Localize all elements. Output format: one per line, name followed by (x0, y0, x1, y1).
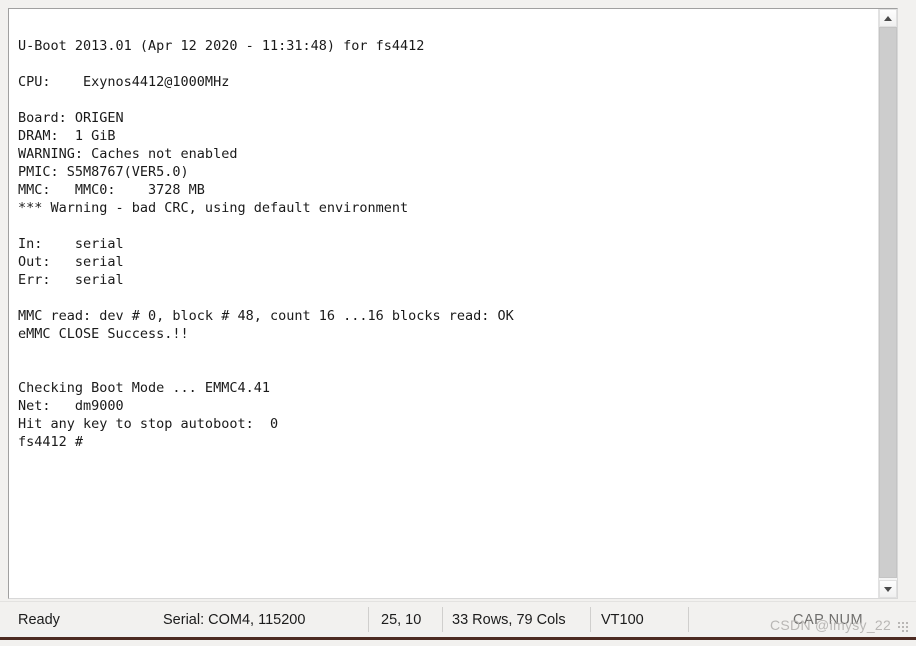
terminal-line: Checking Boot Mode ... EMMC4.41 (18, 380, 270, 396)
terminal-line: PMIC: S5M8767(VER5.0) (18, 164, 189, 180)
terminal-line: WARNING: Caches not enabled (18, 146, 238, 162)
terminal-line: *** Warning - bad CRC, using default env… (18, 200, 409, 216)
status-cursor-coords: 25, 10 (381, 611, 422, 628)
terminal-line: CPU: Exynos4412@1000MHz (18, 74, 230, 90)
terminal-line: Out: serial (18, 254, 124, 270)
terminal-line: eMMC CLOSE Success.!! (18, 326, 189, 342)
status-terminal-type[interactable]: VT100 (601, 602, 644, 637)
terminal-line: Board: ORIGEN (18, 110, 124, 126)
terminal-output: U-Boot 2013.01 (Apr 12 2020 - 11:31:48) … (18, 37, 873, 451)
status-caps-num: CAP NUM (793, 611, 864, 628)
chevron-down-icon (884, 586, 892, 592)
terminal-line: fs4412 # (18, 434, 84, 450)
status-ready: Ready (18, 611, 60, 628)
terminal-line: MMC: MMC0: 3728 MB (18, 182, 205, 198)
terminal-line: Err: serial (18, 272, 124, 288)
terminal-line: In: serial (18, 236, 124, 252)
window-bottom-rule (0, 637, 916, 640)
terminal-line: Net: dm9000 (18, 398, 124, 414)
scrollbar-up-button[interactable] (879, 9, 897, 27)
status-separator (688, 607, 689, 632)
status-dimensions: 33 Rows, 79 Cols (452, 611, 566, 628)
terminal-frame: U-Boot 2013.01 (Apr 12 2020 - 11:31:48) … (8, 8, 898, 599)
terminal-screen[interactable]: U-Boot 2013.01 (Apr 12 2020 - 11:31:48) … (9, 9, 878, 598)
terminal-line: U-Boot 2013.01 (Apr 12 2020 - 11:31:48) … (18, 38, 425, 54)
scrollbar-track[interactable] (879, 27, 897, 580)
scrollbar-thumb[interactable] (879, 27, 897, 578)
scrollbar-down-button[interactable] (879, 580, 897, 598)
status-separator (442, 607, 443, 632)
status-separator (590, 607, 591, 632)
terminal-line: DRAM: 1 GiB (18, 128, 116, 144)
status-bar: Ready Serial: COM4, 115200 25, 10 33 Row… (0, 601, 916, 637)
terminal-line: Hit any key to stop autoboot: 0 (18, 416, 279, 432)
terminal-line: MMC read: dev # 0, block # 48, count 16 … (18, 308, 514, 324)
status-separator (368, 607, 369, 632)
vertical-scrollbar[interactable] (878, 9, 897, 598)
status-serial-port[interactable]: Serial: COM4, 115200 (163, 602, 305, 637)
chevron-up-icon (884, 15, 892, 21)
serial-terminal-window: U-Boot 2013.01 (Apr 12 2020 - 11:31:48) … (0, 0, 916, 646)
